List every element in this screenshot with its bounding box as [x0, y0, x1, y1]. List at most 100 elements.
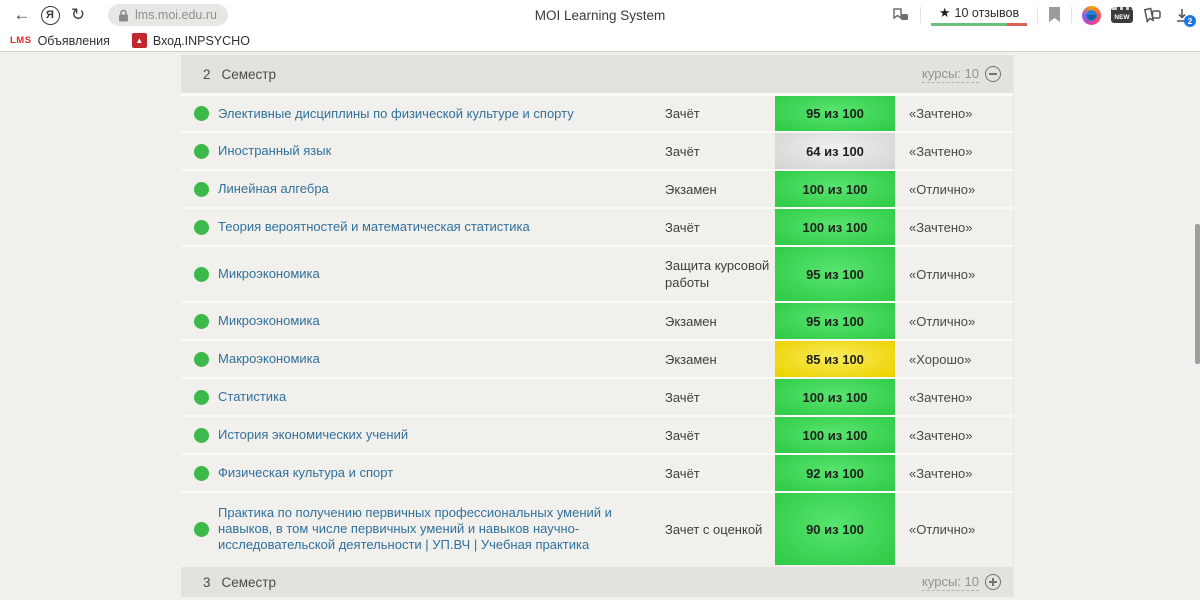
course-row: Линейная алгебра Экзамен 100 из 100 «Отл…: [181, 169, 1013, 207]
toolbar-right-icons: ★ 10 отзывов NEW 2: [892, 5, 1196, 27]
course-link[interactable]: Элективные дисциплины по физической куль…: [218, 106, 574, 122]
course-row: Иностранный язык Зачёт 64 из 100 «Зачтен…: [181, 131, 1013, 169]
course-link[interactable]: История экономических учений: [218, 427, 408, 443]
score-value: 95 из 100: [806, 313, 864, 329]
control-type-cell: Зачёт: [665, 389, 700, 405]
score-cell: 92 из 100: [775, 455, 895, 491]
course-row: Статистика Зачёт 100 из 100 «Зачтено»: [181, 377, 1013, 415]
lock-icon: [119, 9, 128, 21]
course-row: Макроэкономика Экзамен 85 из 100 «Хорошо…: [181, 339, 1013, 377]
course-link[interactable]: Микроэкономика: [218, 313, 320, 329]
score-value: 64 из 100: [806, 143, 864, 159]
grade-cell: «Зачтено»: [909, 219, 973, 235]
course-status-cell: [181, 96, 218, 131]
downloads-button[interactable]: 2: [1172, 5, 1196, 27]
score-cell: 95 из 100: [775, 96, 895, 131]
rating-bar-negative: [1007, 22, 1027, 26]
score-cell: 100 из 100: [775, 379, 895, 415]
browser-toolbar: ← Я ↻ lms.moi.edu.ru MOI Learning System…: [0, 0, 1200, 30]
status-dot-icon: [194, 266, 209, 282]
collapse-minus-icon[interactable]: [985, 66, 1001, 82]
course-row: История экономических учений Зачёт 100 и…: [181, 415, 1013, 453]
status-dot-icon: [194, 313, 209, 329]
status-dot-icon: [194, 389, 209, 405]
course-link[interactable]: Теория вероятностей и математическая ста…: [218, 219, 530, 235]
site-permissions-icon[interactable]: [892, 7, 910, 23]
separator: [920, 7, 921, 23]
extension-new-icon[interactable]: NEW: [1111, 7, 1133, 23]
course-name-cell: Теория вероятностей и математическая ста…: [218, 209, 665, 245]
semester-label: Семестр: [221, 66, 277, 82]
status-dot-icon: [194, 143, 209, 159]
refresh-icon: ↻: [70, 5, 86, 24]
course-status-cell: [181, 209, 218, 245]
rating-bar: [931, 22, 1027, 26]
grade-cell: «Зачтено»: [909, 143, 973, 159]
bookmarks-bar: LMS Объявления ▲ Вход.INPSYCHO: [0, 30, 1200, 52]
score-cell: 85 из 100: [775, 341, 895, 377]
semester-number: 2: [203, 66, 211, 82]
status-dot-icon: [194, 521, 209, 537]
course-link[interactable]: Статистика: [218, 389, 286, 405]
separator: [1037, 7, 1038, 23]
expand-plus-icon[interactable]: [985, 574, 1001, 590]
extension-browser-icon[interactable]: [1082, 5, 1101, 25]
lms-page-content: 2 Семестр курсы: 10 Элективные дисциплин…: [0, 52, 1200, 599]
control-type-cell: Зачёт: [665, 465, 700, 481]
rating-bar-positive: [931, 22, 1007, 26]
course-name-cell: Физическая культура и спорт: [218, 455, 665, 491]
status-dot-icon: [194, 106, 209, 121]
score-value: 100 из 100: [802, 389, 868, 405]
score-cell: 95 из 100: [775, 247, 895, 301]
course-link[interactable]: Иностранный язык: [218, 143, 331, 159]
course-status-cell: [181, 303, 218, 339]
course-status-cell: [181, 171, 218, 207]
separator: [1071, 7, 1072, 23]
course-link[interactable]: Линейная алгебра: [218, 181, 329, 197]
course-link[interactable]: Макроэкономика: [218, 351, 320, 367]
score-cell: 90 из 100: [775, 493, 895, 565]
score-cell: 64 из 100: [775, 133, 895, 169]
grade-cell: «Зачтено»: [909, 465, 973, 481]
score-value: 100 из 100: [802, 427, 868, 443]
bookmark-label: Объявления: [37, 33, 110, 48]
control-type-cell: Зачёт: [665, 219, 700, 235]
semester-2-courses-toggle[interactable]: курсы: 10: [922, 66, 1001, 83]
refresh-button[interactable]: ↻: [64, 2, 92, 28]
control-type-cell: Экзамен: [665, 351, 717, 367]
collections-icon[interactable]: [1143, 7, 1162, 23]
semester-3-header: 3 Семестр курсы: 10: [181, 567, 1013, 597]
bookmark-lms-announcements[interactable]: LMS Объявления: [10, 34, 110, 48]
control-type-cell: Зачёт: [665, 427, 700, 443]
control-type-cell: Экзамен: [665, 313, 717, 329]
course-name-cell: Статистика: [218, 379, 665, 415]
semester-3-courses-toggle[interactable]: курсы: 10: [922, 574, 1001, 591]
bookmark-flag-icon[interactable]: [1048, 7, 1061, 23]
bookmark-inpsycho-login[interactable]: ▲ Вход.INPSYCHO: [131, 33, 250, 48]
grade-cell: «Хорошо»: [909, 351, 972, 367]
yandex-home-button[interactable]: Я: [36, 2, 64, 28]
bookmark-label: Вход.INPSYCHO: [152, 33, 250, 48]
course-row: Практика по получению первичных професси…: [181, 491, 1013, 565]
course-link[interactable]: Физическая культура и спорт: [218, 465, 393, 481]
address-bar[interactable]: lms.moi.edu.ru: [108, 4, 228, 26]
url-text: lms.moi.edu.ru: [135, 8, 217, 22]
course-name-cell: Макроэкономика: [218, 341, 665, 377]
control-type-cell: Экзамен: [665, 181, 717, 197]
course-name-cell: Элективные дисциплины по физической куль…: [218, 96, 665, 131]
course-status-cell: [181, 417, 218, 453]
score-cell: 100 из 100: [775, 171, 895, 207]
control-type-cell: Зачёт: [665, 106, 700, 121]
back-button[interactable]: ←: [8, 2, 36, 28]
score-value: 100 из 100: [802, 219, 868, 235]
courses-count-link[interactable]: курсы: 10: [922, 66, 979, 83]
course-link[interactable]: Микроэкономика: [218, 266, 320, 282]
courses-count-link[interactable]: курсы: 10: [922, 574, 979, 591]
site-rating[interactable]: ★ 10 отзывов: [931, 5, 1027, 26]
course-link[interactable]: Практика по получению первичных професси…: [218, 505, 645, 553]
status-dot-icon: [194, 219, 209, 235]
score-value: 95 из 100: [806, 106, 864, 121]
vertical-scrollbar[interactable]: [1195, 224, 1200, 364]
course-status-cell: [181, 379, 218, 415]
grade-cell: «Зачтено»: [909, 106, 973, 121]
